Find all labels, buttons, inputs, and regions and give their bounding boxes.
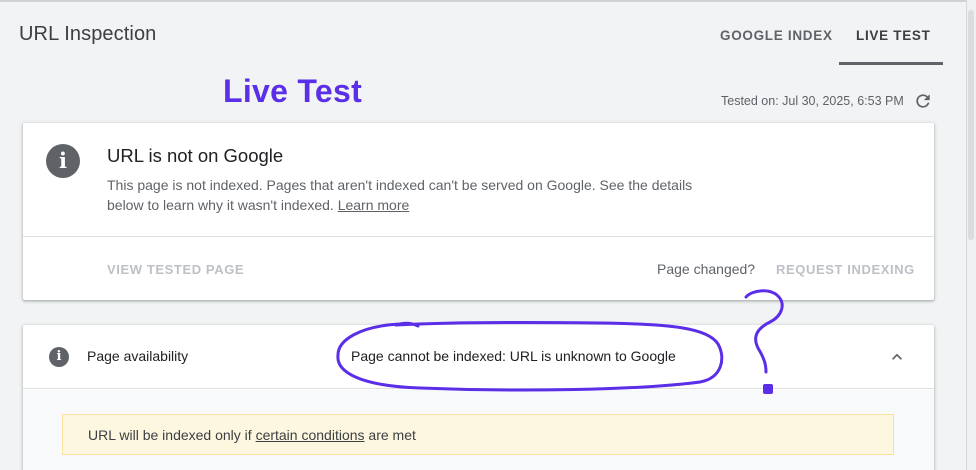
warning-text-before: URL will be indexed only if [88,427,256,443]
scrollbar-track[interactable] [966,0,976,470]
certain-conditions-link[interactable]: certain conditions [256,427,365,443]
info-icon: i [46,144,80,178]
info-icon: i [49,347,69,367]
page-title: URL Inspection [19,23,157,45]
warning-text-after: are met [364,427,416,443]
page-availability-card: i Page availability Page cannot be index… [23,325,934,470]
status-description: This page is not indexed. Pages that are… [107,175,707,215]
refresh-icon[interactable] [913,91,933,111]
status-title: URL is not on Google [107,145,284,166]
tab-live-test[interactable]: LIVE TEST [856,28,931,43]
scrollbar-thumb[interactable] [968,10,974,240]
indexing-conditions-notice: URL will be indexed only if certain cond… [62,414,894,455]
page-availability-status: Page cannot be indexed: URL is unknown t… [351,348,676,364]
page-availability-details: URL will be indexed only if certain cond… [23,390,934,470]
page-changed-label: Page changed? [657,261,756,277]
request-indexing-button[interactable]: REQUEST INDEXING [776,262,915,277]
chevron-up-icon[interactable] [887,347,907,367]
indexing-conditions-text: URL will be indexed only if certain cond… [88,427,416,443]
tab-google-index[interactable]: GOOGLE INDEX [720,28,833,43]
status-card: i URL is not on Google This page is not … [23,123,934,300]
page-availability-header[interactable]: i Page availability Page cannot be index… [23,325,934,389]
window-top-border [0,0,976,2]
page-availability-label: Page availability [87,348,189,364]
tested-on-timestamp: Tested on: Jul 30, 2025, 6:53 PM [721,94,904,108]
annotation-live-test-label: Live Test [223,73,363,109]
view-tested-page-button[interactable]: VIEW TESTED PAGE [107,262,244,277]
card-divider [23,236,934,237]
active-tab-indicator [839,62,943,65]
learn-more-link[interactable]: Learn more [338,197,410,213]
